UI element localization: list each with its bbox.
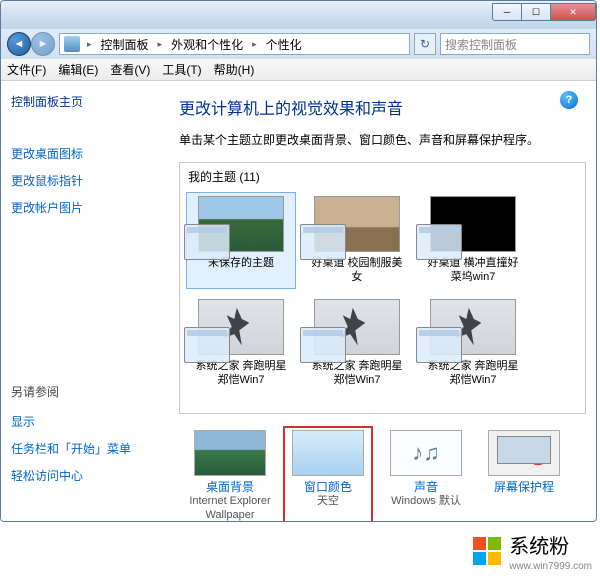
theme-item[interactable]: 好桌道 横冲直撞好菜坞win7 — [418, 192, 528, 289]
screensaver-icon — [488, 430, 560, 476]
chevron-right-icon: ▸ — [155, 39, 166, 50]
chevron-right-icon: ▸ — [249, 39, 260, 50]
setting-screensaver[interactable]: 屏幕保护程 — [479, 426, 569, 521]
theme-label: 好桌道 横冲直撞好菜坞win7 — [422, 256, 524, 285]
theme-label: 系统之家 奔跑明星郑恺Win7 — [190, 359, 292, 388]
brand-url: www.win7999.com — [509, 561, 592, 572]
logo-icon — [473, 537, 501, 565]
window-preview-icon — [184, 224, 230, 260]
see-also-taskbar[interactable]: 任务栏和「开始」菜单 — [11, 435, 151, 462]
window-preview-icon — [300, 224, 346, 260]
search-input[interactable]: 搜索控制面板 — [440, 33, 590, 55]
theme-item[interactable]: 系统之家 奔跑明星郑恺Win7 — [418, 295, 528, 392]
minimize-button[interactable]: ─ — [492, 3, 522, 21]
window-preview-icon — [184, 327, 230, 363]
setting-title: 窗口颜色 — [304, 480, 352, 495]
theme-item[interactable]: 未保存的主题 — [186, 192, 296, 289]
breadcrumb[interactable]: ▸ 控制面板 ▸ 外观和个性化 ▸ 个性化 — [59, 33, 410, 55]
help-icon[interactable]: ? — [560, 91, 578, 109]
setting-title: 屏幕保护程 — [494, 480, 554, 495]
window-preview-icon — [416, 327, 462, 363]
setting-title: 桌面背景 — [206, 480, 254, 495]
theme-label: 系统之家 奔跑明星郑恺Win7 — [306, 359, 408, 388]
crumb-personalization[interactable]: 个性化 — [264, 35, 304, 54]
theme-item[interactable]: 系统之家 奔跑明星郑恺Win7 — [186, 295, 296, 392]
window-preview-icon — [416, 224, 462, 260]
back-button[interactable]: ◄ — [7, 32, 31, 56]
themes-grid: 未保存的主题 好桌道 校园制服美女好桌道 横冲直撞好菜坞win7 系统之家 奔跑明星… — [180, 190, 585, 393]
theme-item[interactable]: 系统之家 奔跑明星郑恺Win7 — [302, 295, 412, 392]
theme-label: 好桌道 校园制服美女 — [306, 256, 408, 285]
forward-button[interactable]: ► — [31, 32, 55, 56]
page-subtitle: 单击某个主题立即更改桌面背景、窗口颜色、声音和屏幕保护程序。 — [179, 131, 586, 148]
theme-label: 系统之家 奔跑明星郑恺Win7 — [422, 359, 524, 388]
crumb-appearance[interactable]: 外观和个性化 — [169, 35, 245, 54]
search-placeholder: 搜索控制面板 — [445, 36, 517, 53]
explorer-window: ─ ☐ ✕ ◄ ► ▸ 控制面板 ▸ 外观和个性化 ▸ 个性化 ↻ 搜索控制面板… — [0, 0, 597, 522]
sidebar-link-desktop-icons[interactable]: 更改桌面图标 — [11, 140, 151, 167]
menu-bar: 文件(F) 编辑(E) 查看(V) 工具(T) 帮助(H) — [1, 59, 596, 81]
sidebar-link-account-picture[interactable]: 更改帐户图片 — [11, 194, 151, 221]
settings-row: 桌面背景Internet Explorer Wallpaper窗口颜色天空♪♫声… — [179, 426, 586, 521]
refresh-button[interactable]: ↻ — [414, 33, 436, 55]
bg-icon — [194, 430, 266, 476]
brand-text: 系统粉 — [509, 530, 592, 559]
maximize-button[interactable]: ☐ — [521, 3, 551, 21]
setting-value: Internet Explorer Wallpaper — [189, 495, 271, 521]
sidebar-link-mouse-pointers[interactable]: 更改鼠标指针 — [11, 167, 151, 194]
content-area: 控制面板主页 更改桌面图标 更改鼠标指针 更改帐户图片 另请参阅 显示 任务栏和… — [1, 81, 596, 521]
address-bar: ◄ ► ▸ 控制面板 ▸ 外观和个性化 ▸ 个性化 ↻ 搜索控制面板 — [1, 29, 596, 59]
sidebar: 控制面板主页 更改桌面图标 更改鼠标指针 更改帐户图片 另请参阅 显示 任务栏和… — [1, 81, 161, 521]
menu-tools[interactable]: 工具(T) — [162, 61, 201, 78]
theme-item[interactable]: 好桌道 校园制服美女 — [302, 192, 412, 289]
menu-view[interactable]: 查看(V) — [110, 61, 150, 78]
setting-sound[interactable]: ♪♫ 声音Windows 默认 — [381, 426, 471, 521]
menu-file[interactable]: 文件(F) — [7, 61, 46, 78]
watermark: 系统粉 www.win7999.com — [473, 530, 592, 572]
setting-bg[interactable]: 桌面背景Internet Explorer Wallpaper — [185, 426, 275, 521]
setting-color[interactable]: 窗口颜色天空 — [283, 426, 373, 521]
main-panel: ? 更改计算机上的视觉效果和声音 单击某个主题立即更改桌面背景、窗口颜色、声音和… — [161, 81, 596, 521]
close-button[interactable]: ✕ — [550, 3, 596, 21]
color-icon — [292, 430, 364, 476]
themes-header: 我的主题 (11) — [180, 163, 585, 190]
page-title: 更改计算机上的视觉效果和声音 — [179, 95, 586, 119]
see-also-title: 另请参阅 — [11, 383, 151, 400]
sidebar-home[interactable]: 控制面板主页 — [11, 93, 151, 110]
setting-title: 声音 — [414, 480, 438, 495]
menu-help[interactable]: 帮助(H) — [214, 61, 255, 78]
setting-value: 天空 — [317, 495, 339, 509]
personalization-icon — [64, 36, 80, 52]
see-also-ease-of-access[interactable]: 轻松访问中心 — [11, 462, 151, 489]
themes-listbox: 我的主题 (11) 未保存的主题 好桌道 校园制服美女好桌道 横冲直撞好菜坞win… — [179, 162, 586, 414]
chevron-right-icon: ▸ — [84, 39, 95, 50]
see-also-display[interactable]: 显示 — [11, 408, 151, 435]
window-preview-icon — [300, 327, 346, 363]
titlebar[interactable]: ─ ☐ ✕ — [1, 1, 596, 29]
menu-edit[interactable]: 编辑(E) — [58, 61, 98, 78]
crumb-control-panel[interactable]: 控制面板 — [99, 35, 151, 54]
sound-icon: ♪♫ — [390, 430, 462, 476]
theme-label: 未保存的主题 — [208, 256, 274, 284]
setting-value: Windows 默认 — [391, 495, 461, 509]
